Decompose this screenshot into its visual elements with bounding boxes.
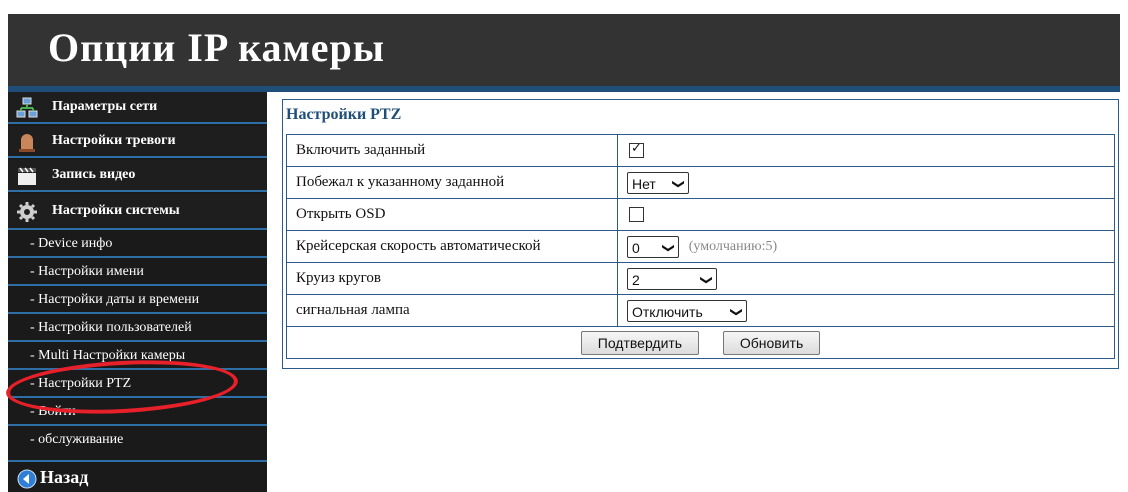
cruise-laps-select[interactable]: 2 ❯ xyxy=(627,267,717,290)
back-arrow-icon xyxy=(17,469,37,489)
sidebar-subitem-datetime[interactable]: - Настройки даты и времени xyxy=(8,288,267,314)
gear-icon xyxy=(17,202,37,222)
sidebar-subitem-label: - Настройки пользователей xyxy=(30,320,192,335)
row-label: Побежал к указанному заданной xyxy=(286,166,618,199)
table-row: Круиз кругов 2 ❯ xyxy=(286,262,1115,295)
sidebar-back-link[interactable]: Назад xyxy=(8,464,267,492)
row-value: 0 ❯ (умолчанию:5) xyxy=(617,230,1115,263)
goto-preset-select[interactable]: Нет ❯ xyxy=(627,171,689,194)
sidebar-subitem-label: - Настройки даты и времени xyxy=(30,292,200,307)
sidebar-subitem-label: - Device инфо xyxy=(30,236,113,251)
network-icon xyxy=(16,97,38,118)
row-value: 2 ❯ xyxy=(617,262,1115,295)
table-row: Подтвердить Обновить xyxy=(286,326,1115,359)
row-value xyxy=(617,134,1115,167)
select-value: 0 xyxy=(632,239,640,256)
sidebar-subitem-label: - обслуживание xyxy=(30,432,124,447)
enable-preset-checkbox[interactable] xyxy=(629,141,644,159)
table-row: Побежал к указанному заданной Нет ❯ xyxy=(286,166,1115,199)
ptz-settings-table: Включить заданный Побежал к указанному з… xyxy=(286,134,1115,359)
sidebar-back-label: Назад xyxy=(40,467,89,487)
table-row: сигнальная лампа Отключить ❯ xyxy=(286,294,1115,327)
table-row: Открыть OSD xyxy=(286,198,1115,231)
chevron-down-icon: ❯ xyxy=(699,274,714,285)
sidebar-subitem-name[interactable]: - Настройки имени xyxy=(8,260,267,286)
sidebar-item-label: Запись видео xyxy=(52,167,136,182)
page-header: Опции IP камеры xyxy=(8,14,1120,86)
sidebar: Параметры сети Настройки тревоги Запись … xyxy=(8,92,267,492)
select-value: Отключить xyxy=(632,303,703,320)
alarm-bell-icon xyxy=(19,134,35,152)
sidebar-item-record[interactable]: Запись видео xyxy=(8,160,267,192)
submit-button[interactable]: Подтвердить xyxy=(580,330,700,355)
sidebar-item-label: Параметры сети xyxy=(52,99,158,114)
sidebar-subitem-users[interactable]: - Настройки пользователей xyxy=(8,316,267,342)
panel-title: Настройки PTZ xyxy=(286,106,402,123)
open-osd-checkbox[interactable] xyxy=(629,207,644,223)
row-label: Открыть OSD xyxy=(286,198,618,231)
refresh-button[interactable]: Обновить xyxy=(722,330,821,355)
page-title: Опции IP камеры xyxy=(48,25,386,70)
sidebar-item-network[interactable]: Параметры сети xyxy=(8,92,267,124)
table-row: Крейсерская скорость автоматической 0 ❯ … xyxy=(286,230,1115,263)
chevron-down-icon: ❯ xyxy=(671,178,686,189)
row-label: Крейсерская скорость автоматической xyxy=(286,230,618,263)
select-value: 2 xyxy=(632,271,640,288)
row-label: Включить заданный xyxy=(286,134,618,167)
sidebar-subitem-label: - Настройки имени xyxy=(30,264,144,279)
select-value: Нет xyxy=(632,175,656,192)
sidebar-item-system[interactable]: Настройки системы xyxy=(8,194,267,230)
sidebar-item-alarm[interactable]: Настройки тревоги xyxy=(8,126,267,158)
chevron-down-icon: ❯ xyxy=(661,242,676,253)
sidebar-item-label: Настройки тревоги xyxy=(52,133,176,148)
chevron-down-icon: ❯ xyxy=(729,306,744,317)
sidebar-subitem-device-info[interactable]: - Device инфо xyxy=(8,232,267,258)
signal-lamp-select[interactable]: Отключить ❯ xyxy=(627,299,747,322)
cruise-speed-select[interactable]: 0 ❯ xyxy=(627,235,679,258)
clapperboard-icon xyxy=(18,167,36,185)
row-label: Круиз кругов xyxy=(286,262,618,295)
ptz-settings-panel: Настройки PTZ Включить заданный Побежал … xyxy=(282,99,1119,369)
row-value: Нет ❯ xyxy=(617,166,1115,199)
sidebar-item-label: Настройки системы xyxy=(52,203,180,218)
default-hint: (умолчанию:5) xyxy=(688,238,778,254)
table-row: Включить заданный xyxy=(286,134,1115,167)
row-value xyxy=(617,198,1115,231)
sidebar-subitem-maintenance[interactable]: - обслуживание xyxy=(8,428,267,462)
button-cell: Подтвердить Обновить xyxy=(286,326,1115,359)
row-label: сигнальная лампа xyxy=(286,294,618,327)
row-value: Отключить ❯ xyxy=(617,294,1115,327)
